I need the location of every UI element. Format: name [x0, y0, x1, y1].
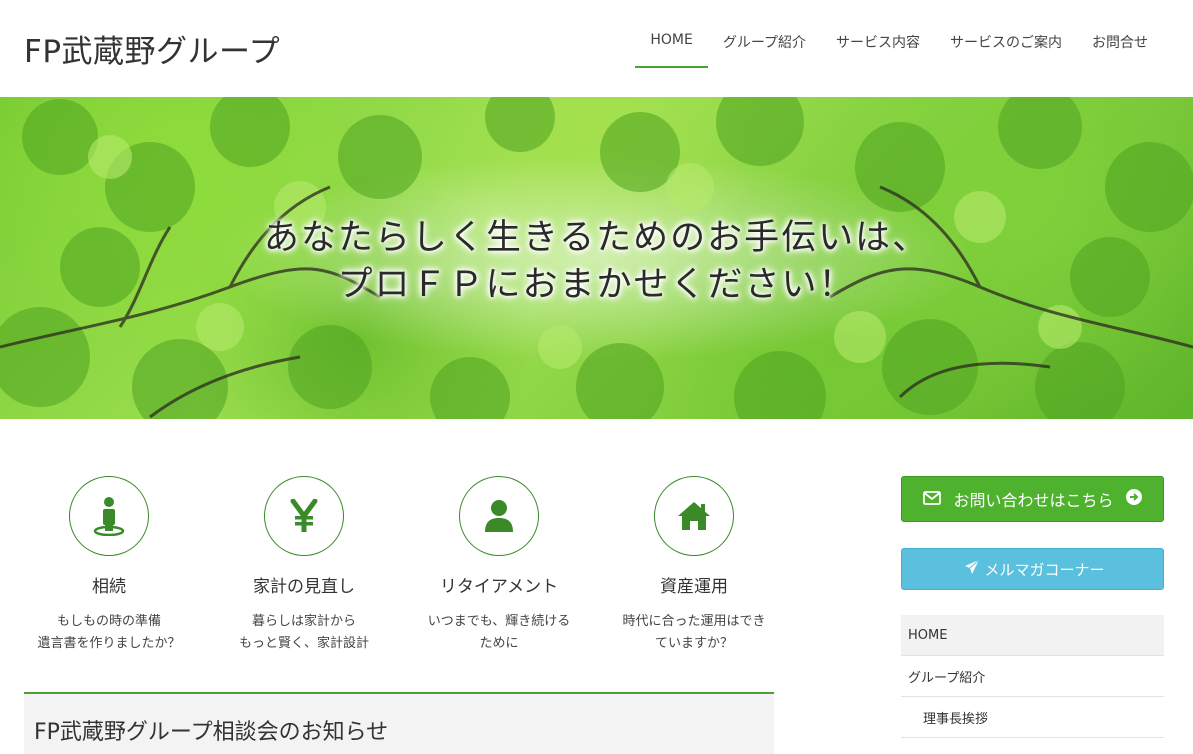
contact-button[interactable]: お問い合わせはこちら [901, 476, 1164, 522]
feature-title: 家計の見直し [253, 577, 355, 597]
feature-retirement[interactable]: リタイアメント いつまでも、輝き続ける ために [414, 476, 584, 655]
nav-item-services[interactable]: サービス内容 [821, 22, 935, 68]
nav-item-group[interactable]: グループ紹介 [708, 22, 821, 68]
main-nav: HOME グループ紹介 サービス内容 サービスのご案内 お問合せ [635, 22, 1163, 68]
hero-tagline: あなたらしく生きるためのお手伝いは、 プロＦＰにおまかせください！ [0, 215, 1193, 309]
hero-tagline-line2: プロＦＰにおまかせください！ [337, 265, 856, 305]
sidebar-item-chairman-greeting[interactable]: 理事長挨拶 [901, 697, 1164, 738]
feature-desc-line: いつまでも、輝き続ける [427, 614, 571, 629]
contact-button-label: お問い合わせはこちら [953, 491, 1114, 510]
hero-banner: あなたらしく生きるためのお手伝いは、 プロＦＰにおまかせください！ [0, 97, 1193, 419]
paper-plane-icon [964, 559, 980, 579]
feature-title: リタイアメント [439, 577, 559, 597]
feature-desc: 時代に合った運用はでき ていますか？ [609, 611, 779, 655]
feature-icon-circle [69, 476, 149, 556]
sidebar-item-home[interactable]: HOME [901, 615, 1164, 656]
feature-desc-line: もっと賢く、家計設計 [238, 636, 369, 651]
hero-tagline-line1: あなたらしく生きるためのお手伝いは、 [263, 218, 930, 258]
feature-desc-line: ために [479, 636, 519, 651]
feature-icon-circle [654, 476, 734, 556]
feature-inheritance[interactable]: 相続 もしもの時の準備 遺言書を作りましたか？ [24, 476, 194, 655]
feature-desc: いつまでも、輝き続ける ために [414, 611, 584, 655]
envelope-icon [923, 490, 942, 509]
sidebar-item-group[interactable]: グループ紹介 [901, 656, 1164, 697]
feature-icon-circle [459, 476, 539, 556]
feature-desc-line: 暮らしは家計から [251, 614, 356, 629]
feature-icon-circle [264, 476, 344, 556]
home-icon [678, 502, 710, 530]
notice-panel: FP武蔵野グループ相談会のお知らせ [24, 692, 774, 754]
feature-desc-line: ていますか？ [654, 636, 733, 651]
arrow-circle-right-icon [1125, 489, 1142, 509]
nav-item-service-guide[interactable]: サービスのご案内 [935, 22, 1077, 68]
feature-desc: もしもの時の準備 遺言書を作りましたか？ [24, 611, 194, 655]
feature-asset-management[interactable]: 資産運用 時代に合った運用はでき ていますか？ [609, 476, 779, 655]
user-icon [485, 500, 513, 532]
site-header: FP武蔵野グループ HOME グループ紹介 サービス内容 サービスのご案内 お問… [0, 0, 1193, 97]
feature-desc: 暮らしは家計から もっと賢く、家計設計 [219, 611, 389, 655]
newsletter-button[interactable]: メルマガコーナー [901, 548, 1164, 590]
feature-desc-line: 時代に合った運用はでき [622, 614, 766, 629]
nav-item-home[interactable]: HOME [635, 22, 708, 68]
sidebar-menu: HOME グループ紹介 理事長挨拶 [901, 615, 1164, 738]
feature-title: 資産運用 [660, 577, 728, 597]
feature-desc-line: 遺言書を作りましたか？ [37, 636, 181, 651]
feature-title: 相続 [92, 577, 126, 597]
yen-icon [290, 499, 318, 532]
feature-row: 相続 もしもの時の準備 遺言書を作りましたか？ 家計の見直し 暮らしは家計から … [24, 476, 804, 676]
nav-item-contact[interactable]: お問合せ [1077, 22, 1163, 68]
person-pin-icon [93, 497, 125, 536]
notice-title: FP武蔵野グループ相談会のお知らせ [34, 720, 389, 745]
site-title[interactable]: FP武蔵野グループ [24, 26, 280, 71]
newsletter-button-label: メルマガコーナー [984, 560, 1105, 579]
feature-household[interactable]: 家計の見直し 暮らしは家計から もっと賢く、家計設計 [219, 476, 389, 655]
feature-desc-line: もしもの時の準備 [56, 614, 161, 629]
